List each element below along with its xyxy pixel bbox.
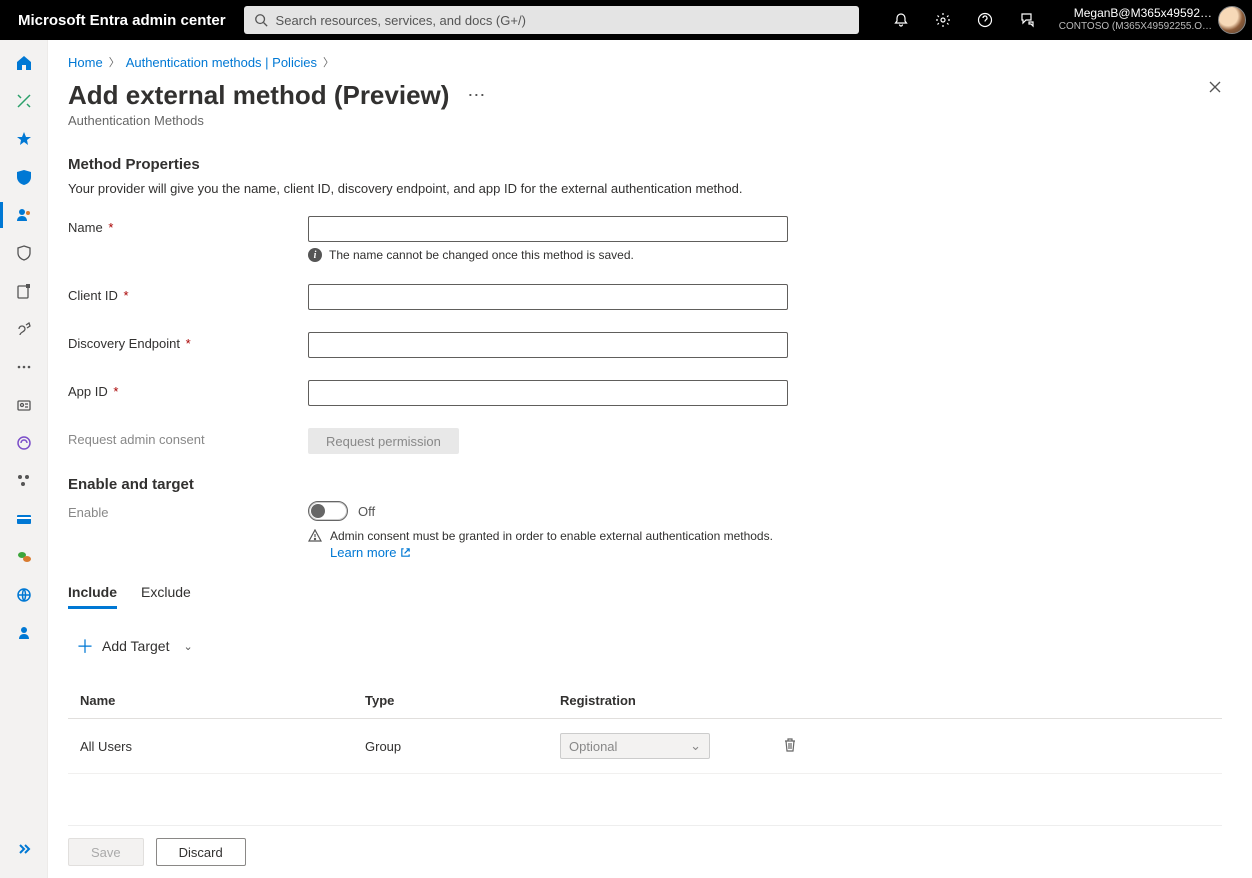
tab-exclude[interactable]: Exclude <box>141 578 191 609</box>
settings-icon[interactable] <box>923 0 963 40</box>
row-type: Group <box>365 739 560 754</box>
nav-settings[interactable] <box>0 538 48 576</box>
warning-icon <box>308 529 322 543</box>
account-name: MeganB@M365x49592… <box>1059 7 1212 21</box>
external-link-icon <box>400 547 411 558</box>
nav-diagnose[interactable] <box>0 82 48 120</box>
add-target-button[interactable]: ＋ Add Target ⌄ <box>72 627 197 665</box>
table-header-name: Name <box>80 693 365 708</box>
table-row: All Users Group Optional ⌄ <box>68 719 1222 774</box>
nav-protection[interactable] <box>0 234 48 272</box>
nav-billing[interactable] <box>0 500 48 538</box>
table-header-type: Type <box>365 693 560 708</box>
nav-admin-groups[interactable] <box>0 462 48 500</box>
nav-external[interactable] <box>0 310 48 348</box>
nav-verified-id[interactable] <box>0 386 48 424</box>
info-icon: i <box>308 248 322 262</box>
row-name: All Users <box>80 739 365 754</box>
close-button[interactable] <box>1208 80 1222 97</box>
enable-label: Enable <box>68 501 308 520</box>
app-id-label: App ID * <box>68 380 308 399</box>
nav-show-more[interactable] <box>0 348 48 386</box>
nav-support[interactable] <box>0 614 48 652</box>
chevron-down-icon: ⌄ <box>183 640 192 653</box>
discard-button[interactable]: Discard <box>156 838 246 866</box>
chevron-right-icon: 〉 <box>323 54 334 70</box>
name-label: Name * <box>68 216 308 235</box>
name-info-text: The name cannot be changed once this met… <box>329 248 634 262</box>
nav-expand[interactable] <box>0 830 48 868</box>
search-icon <box>254 13 268 27</box>
discovery-endpoint-input[interactable] <box>308 332 788 358</box>
more-actions-button[interactable]: ⋯ <box>463 83 490 108</box>
feedback-icon[interactable] <box>1007 0 1047 40</box>
page-subtitle: Authentication Methods <box>68 113 1222 128</box>
chevron-right-icon: 〉 <box>109 54 120 70</box>
plus-icon: ＋ <box>76 633 94 659</box>
nav-favorites[interactable] <box>0 120 48 158</box>
method-properties-desc: Your provider will give you the name, cl… <box>68 181 1222 196</box>
breadcrumb-auth-methods[interactable]: Authentication methods | Policies <box>126 55 317 70</box>
page-title: Add external method (Preview) <box>68 80 449 111</box>
registration-select[interactable]: Optional ⌄ <box>560 733 710 759</box>
save-button[interactable]: Save <box>68 838 144 866</box>
enable-toggle[interactable] <box>308 501 348 521</box>
search-input[interactable]: Search resources, services, and docs (G+… <box>244 6 859 34</box>
request-consent-label: Request admin consent <box>68 428 308 447</box>
nav-identity[interactable] <box>0 158 48 196</box>
client-id-label: Client ID * <box>68 284 308 303</box>
nav-learn[interactable] <box>0 576 48 614</box>
tab-include[interactable]: Include <box>68 578 117 609</box>
discovery-endpoint-label: Discovery Endpoint * <box>68 332 308 351</box>
warning-text: Admin consent must be granted in order t… <box>330 529 773 543</box>
enable-target-heading: Enable and target <box>68 476 1222 493</box>
search-placeholder: Search resources, services, and docs (G+… <box>276 13 526 28</box>
method-properties-heading: Method Properties <box>68 156 1222 173</box>
table-header-registration: Registration <box>560 693 760 708</box>
nav-home[interactable] <box>0 44 48 82</box>
name-input[interactable] <box>308 216 788 242</box>
notifications-icon[interactable] <box>881 0 921 40</box>
request-permission-button[interactable]: Request permission <box>308 428 459 454</box>
account-tenant: CONTOSO (M365X49592255.O… <box>1059 21 1212 33</box>
client-id-input[interactable] <box>308 284 788 310</box>
help-icon[interactable] <box>965 0 1005 40</box>
brand-title: Microsoft Entra admin center <box>0 12 244 29</box>
nav-users[interactable] <box>0 196 48 234</box>
learn-more-link[interactable]: Learn more <box>330 545 411 560</box>
breadcrumb-home[interactable]: Home <box>68 55 103 70</box>
nav-governance[interactable] <box>0 272 48 310</box>
nav-permissions[interactable] <box>0 424 48 462</box>
delete-row-button[interactable] <box>783 737 797 756</box>
account-menu[interactable]: MeganB@M365x49592… CONTOSO (M365X4959225… <box>1047 6 1252 34</box>
breadcrumb: Home 〉 Authentication methods | Policies… <box>68 54 1222 70</box>
app-id-input[interactable] <box>308 380 788 406</box>
chevron-down-icon: ⌄ <box>690 738 701 754</box>
enable-toggle-state: Off <box>358 504 375 519</box>
avatar <box>1218 6 1246 34</box>
